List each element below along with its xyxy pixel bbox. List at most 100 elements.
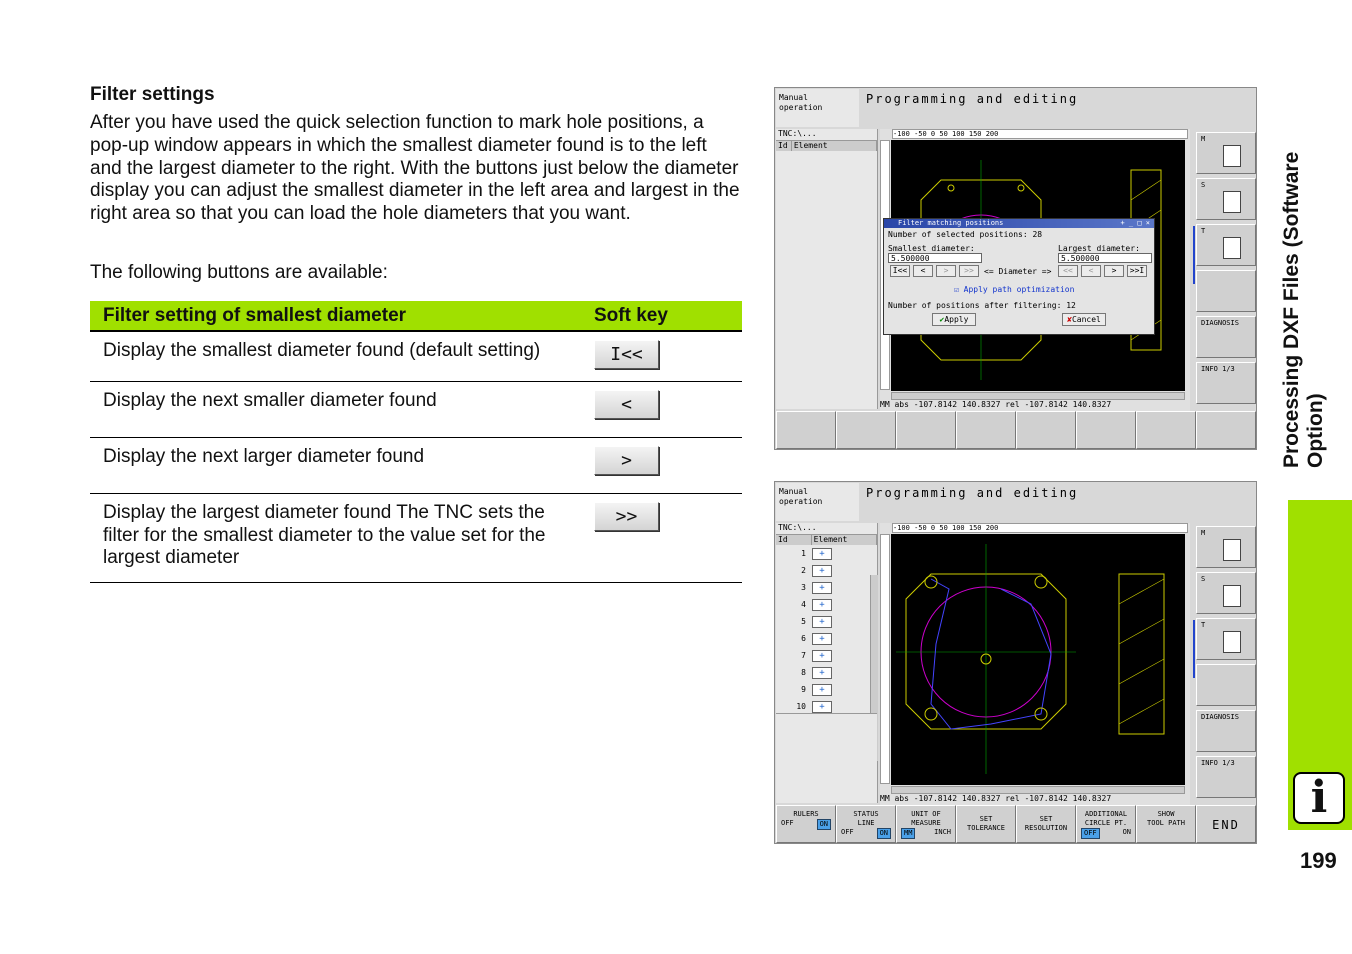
- softkey-m[interactable]: M: [1196, 526, 1256, 568]
- softkey-m[interactable]: M: [1196, 132, 1256, 174]
- softkey-rulers[interactable]: RULERS OFF ON: [776, 805, 836, 843]
- softkey-next-button[interactable]: >: [594, 446, 659, 475]
- softkey-empty-5[interactable]: [1016, 411, 1076, 449]
- mode-panel: Manual operation: [776, 89, 859, 127]
- position-icon: +: [812, 581, 832, 594]
- cancel-button[interactable]: ✘Cancel: [1062, 313, 1106, 326]
- softkey-s[interactable]: S: [1196, 572, 1256, 614]
- tree-path: TNC:\...: [776, 523, 877, 534]
- softkey-empty-7[interactable]: [1136, 411, 1196, 449]
- popup-right-next-button[interactable]: >: [1104, 265, 1124, 277]
- softkey-additional-circle[interactable]: ADDITIONAL CIRCLE PT. OFF ON: [1076, 805, 1136, 843]
- row-description: Display the smallest diameter found (def…: [90, 331, 581, 382]
- list-item[interactable]: 3 +: [776, 579, 877, 596]
- selection-marker: [1193, 226, 1195, 284]
- softkey-first-button[interactable]: I<<: [594, 340, 659, 369]
- dxf-drawing[interactable]: [891, 534, 1185, 785]
- diameter-label: <= Diameter =>: [984, 267, 1052, 276]
- apply-path-checkbox[interactable]: ☑ Apply path optimization: [954, 285, 1074, 294]
- filter-dialog: Filter matching positions + _ □ × Number …: [883, 218, 1155, 335]
- softkey-empty-8[interactable]: [1196, 411, 1256, 449]
- apply-button[interactable]: ✔Apply: [932, 313, 976, 326]
- spindle-icon: [1223, 585, 1241, 607]
- softkey-info[interactable]: INFO 1/3: [1196, 756, 1256, 798]
- softkey-empty-6[interactable]: [1076, 411, 1136, 449]
- popup-right-first-button[interactable]: <<: [1058, 265, 1078, 277]
- tree-header: Id Element: [776, 534, 877, 545]
- softkey-table: Filter setting of smallest diameter Soft…: [90, 301, 742, 583]
- mode-panel: Manual operation: [776, 483, 859, 521]
- list-item[interactable]: 6 +: [776, 630, 877, 647]
- list-item[interactable]: 4 +: [776, 596, 877, 613]
- largest-diameter-field[interactable]: 5.500000: [1058, 253, 1152, 263]
- softkey-end[interactable]: END: [1196, 805, 1256, 843]
- softkey-last-button[interactable]: >>: [594, 502, 659, 531]
- checkbox-icon: ☑: [954, 285, 964, 294]
- softkey-blank[interactable]: [1196, 664, 1256, 706]
- softkey-empty-1[interactable]: [776, 411, 836, 449]
- softkey-empty-3[interactable]: [896, 411, 956, 449]
- list-item[interactable]: 7 +: [776, 647, 877, 664]
- softkey-empty-4[interactable]: [956, 411, 1016, 449]
- intro-paragraph: After you have used the quick selection …: [90, 112, 740, 225]
- status-line: MM abs -107.8142 140.8327 rel -107.8142 …: [880, 794, 1190, 804]
- info-icon: i: [1293, 772, 1345, 824]
- table-row: Display the largest diameter found The T…: [90, 493, 742, 583]
- row-softkey-cell: >>: [581, 493, 742, 583]
- machine-icon: [1223, 145, 1241, 167]
- smallest-diameter-field[interactable]: 5.500000: [888, 253, 982, 263]
- screenshot-filter-popup: Manual operation Programming and editing…: [774, 87, 1257, 450]
- buttons-intro: The following buttons are available:: [90, 262, 388, 283]
- softkey-diagnosis[interactable]: DIAGNOSIS: [1196, 710, 1256, 752]
- drawing-area: -100 -50 0 50 100 150 200 MM abs -107.81…: [880, 523, 1190, 805]
- table-row: Display the next smaller diameter found …: [90, 381, 742, 438]
- softkey-set-resolution[interactable]: SET RESOLUTION: [1016, 805, 1076, 843]
- softkey-show-tool-path[interactable]: SHOW TOOL PATH: [1136, 805, 1196, 843]
- position-icon: +: [812, 649, 832, 662]
- softkey-s[interactable]: S: [1196, 178, 1256, 220]
- softkey-empty-2[interactable]: [836, 411, 896, 449]
- dxf-contour-svg: [896, 544, 1165, 774]
- popup-next-button[interactable]: >: [936, 265, 956, 277]
- horizontal-ruler: -100 -50 0 50 100 150 200: [892, 523, 1188, 533]
- element-tree: TNC:\... Id Element 1 + 2 + 3 + 4 + 5 + 6 + 7 +…: [776, 523, 878, 803]
- position-icon: +: [812, 564, 832, 577]
- tree-header: Id Element: [776, 140, 877, 151]
- horizontal-ruler: -100 -50 0 50 100 150 200: [892, 129, 1188, 139]
- vertical-ruler: [880, 534, 890, 784]
- horizontal-scrollbar[interactable]: [891, 392, 1185, 400]
- softkey-diagnosis[interactable]: DIAGNOSIS: [1196, 316, 1256, 358]
- softkey-t[interactable]: T: [1196, 224, 1256, 266]
- softkey-t[interactable]: T: [1196, 618, 1256, 660]
- section-heading: Filter settings: [90, 84, 215, 105]
- softkey-unit-of-measure[interactable]: UNIT OF MEASURE MM INCH: [896, 805, 956, 843]
- window-controls-icon[interactable]: + _ □ ×: [1120, 219, 1150, 228]
- list-item[interactable]: 9 +: [776, 681, 877, 698]
- tool-icon: [1223, 631, 1241, 653]
- popup-first-button[interactable]: I<<: [890, 265, 910, 277]
- table-row: Display the next larger diameter found >: [90, 437, 742, 494]
- popup-last-button[interactable]: >>: [959, 265, 979, 277]
- popup-right-prev-button[interactable]: <: [1081, 265, 1101, 277]
- softkey-prev-button[interactable]: <: [594, 390, 659, 419]
- list-item[interactable]: 2 +: [776, 562, 877, 579]
- softkey-status-line[interactable]: STATUS LINE OFF ON: [836, 805, 896, 843]
- popup-right-last-button[interactable]: >>I: [1127, 265, 1147, 277]
- list-item[interactable]: 8 +: [776, 664, 877, 681]
- popup-prev-button[interactable]: <: [913, 265, 933, 277]
- machine-icon: [1223, 539, 1241, 561]
- list-item[interactable]: 5 +: [776, 613, 877, 630]
- page-number: 199: [1300, 848, 1337, 873]
- table-row: Display the smallest diameter found (def…: [90, 331, 742, 382]
- softkey-info[interactable]: INFO 1/3: [1196, 362, 1256, 404]
- row-description: Display the next larger diameter found: [90, 437, 581, 494]
- softkey-blank[interactable]: [1196, 270, 1256, 312]
- dialog-titlebar: Filter matching positions + _ □ ×: [884, 219, 1154, 228]
- smallest-label: Smallest diameter:: [888, 244, 975, 253]
- bottom-softkey-bar: [776, 411, 1256, 449]
- list-item[interactable]: 1 +: [776, 545, 877, 562]
- after-filter-count: Number of positions after filtering: 12: [888, 301, 1076, 310]
- position-icon: +: [812, 700, 832, 713]
- softkey-set-tolerance[interactable]: SET TOLERANCE: [956, 805, 1016, 843]
- horizontal-scrollbar[interactable]: [891, 786, 1185, 794]
